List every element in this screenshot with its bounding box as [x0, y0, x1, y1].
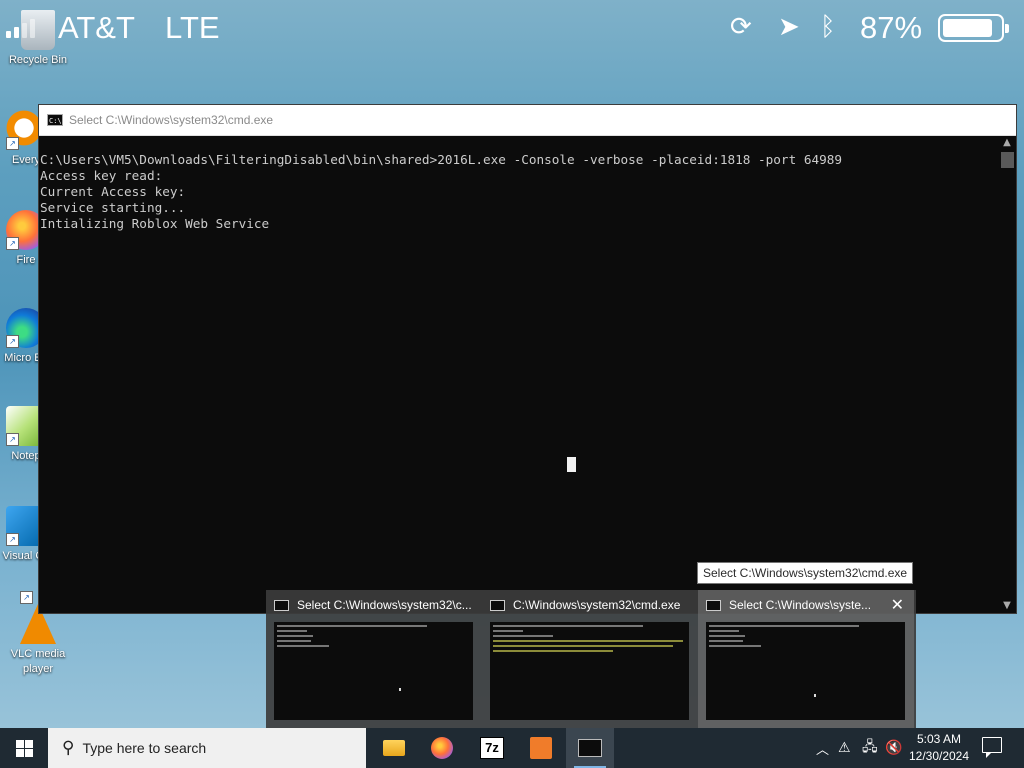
- show-hidden-icons-chevron-icon[interactable]: ︿: [816, 728, 829, 768]
- lab-flask-icon: [530, 737, 552, 759]
- shortcut-arrow-icon: ↗: [20, 591, 33, 604]
- taskbar-search-box[interactable]: ⚲ Type here to search: [48, 728, 366, 768]
- carrier-name: AT&T: [58, 10, 135, 45]
- cmd-window-title: Select C:\Windows\system32\cmd.exe: [69, 113, 274, 127]
- shortcut-arrow-icon: ↗: [6, 335, 19, 348]
- vertical-scrollbar[interactable]: ▲ ▼: [998, 136, 1016, 613]
- network-type: LTE: [165, 10, 220, 45]
- thumbnail-title: C:\Windows\system32\cmd.exe: [513, 598, 681, 612]
- taskbar-cmd[interactable]: [566, 728, 614, 768]
- thumbnail-preview-active[interactable]: Select C:\Windows\syste... ✕: [698, 590, 914, 728]
- taskbar: ⚲ Type here to search 7z ︿ ⚠ 🖧 🔇 5:03 AM…: [0, 728, 1024, 768]
- thumbnail-screen: [274, 622, 473, 720]
- security-warning-icon[interactable]: ⚠: [838, 728, 851, 768]
- cmd-icon: C:\: [47, 114, 63, 126]
- battery-percentage: 87%: [860, 10, 923, 45]
- taskbar-firefox[interactable]: [418, 728, 466, 768]
- network-icon[interactable]: 🖧: [862, 728, 878, 768]
- console-line: Access key read:: [40, 168, 163, 183]
- phone-status-bar: AT&T LTE ⟳ ➤ ᛒ 87%: [0, 0, 1024, 54]
- console-line: C:\Users\VM5\Downloads\FilteringDisabled…: [40, 152, 843, 167]
- cmd-title-bar[interactable]: C:\ Select C:\Windows\system32\cmd.exe: [39, 105, 1016, 136]
- search-placeholder: Type here to search: [82, 740, 207, 756]
- thumbnail-preview[interactable]: Select C:\Windows\system32\c...: [266, 590, 482, 728]
- shortcut-arrow-icon: ↗: [6, 137, 19, 150]
- close-icon[interactable]: ✕: [891, 595, 904, 614]
- battery-icon: [938, 14, 1009, 42]
- thumbnail-screen: [490, 622, 689, 720]
- taskbar-clock[interactable]: 5:03 AM 12/30/2024: [904, 731, 974, 765]
- cmd-window[interactable]: C:\ Select C:\Windows\system32\cmd.exe C…: [38, 104, 1017, 614]
- location-arrow-icon: ➤: [778, 12, 800, 42]
- rotation-lock-icon: ⟳: [730, 12, 752, 42]
- cmd-icon: [706, 599, 721, 611]
- taskbar-file-explorer[interactable]: [370, 728, 418, 768]
- shortcut-arrow-icon: ↗: [6, 433, 19, 446]
- text-cursor: [567, 457, 576, 472]
- cmd-icon: [578, 739, 602, 757]
- start-button[interactable]: [0, 728, 48, 768]
- windows-logo-icon: [15, 739, 33, 757]
- file-explorer-icon: [383, 740, 405, 756]
- scroll-down-arrow-icon[interactable]: ▼: [998, 599, 1016, 613]
- console-output[interactable]: C:\Users\VM5\Downloads\FilteringDisabled…: [39, 136, 998, 613]
- 7zip-icon: 7z: [480, 737, 504, 759]
- thumbnail-screen: [706, 622, 905, 720]
- signal-strength-icon: [6, 16, 35, 38]
- clock-time: 5:03 AM: [916, 732, 962, 746]
- cmd-icon: [274, 599, 289, 611]
- desktop-icon-label: Recycle Bin: [8, 54, 68, 66]
- scroll-up-arrow-icon[interactable]: ▲: [998, 136, 1016, 150]
- taskbar-lab-app[interactable]: [517, 728, 565, 768]
- shortcut-arrow-icon: ↗: [6, 237, 19, 250]
- console-line: Current Access key:: [40, 184, 186, 199]
- shortcut-arrow-icon: ↗: [6, 533, 19, 546]
- thumbnail-title: Select C:\Windows\system32\c...: [297, 598, 472, 612]
- battery-fill: [943, 19, 992, 37]
- thumbnail-preview[interactable]: C:\Windows\system32\cmd.exe: [482, 590, 698, 728]
- bluetooth-icon: ᛒ: [820, 12, 836, 42]
- notifications-icon[interactable]: [982, 737, 1002, 758]
- window-tooltip: Select C:\Windows\system32\cmd.exe: [697, 562, 914, 584]
- clock-date: 12/30/2024: [908, 749, 970, 763]
- desktop-icon-vlc[interactable]: ↗ VLC media player: [0, 591, 76, 677]
- taskbar-7zip[interactable]: 7z: [468, 728, 516, 768]
- scrollbar-thumb[interactable]: [1000, 152, 1014, 168]
- volume-muted-icon[interactable]: 🔇: [885, 728, 902, 768]
- cmd-icon: [490, 599, 505, 611]
- search-icon: ⚲: [62, 738, 75, 758]
- console-line: Service starting...: [40, 200, 186, 215]
- thumbnail-title: Select C:\Windows\syste...: [729, 598, 872, 612]
- console-line: Intializing Roblox Web Service: [40, 216, 270, 231]
- taskbar-thumbnail-previews: Select C:\Windows\system32\c... C:\Windo…: [266, 590, 916, 728]
- desktop-icon-label: VLC media player: [10, 648, 66, 675]
- firefox-icon: [431, 737, 453, 759]
